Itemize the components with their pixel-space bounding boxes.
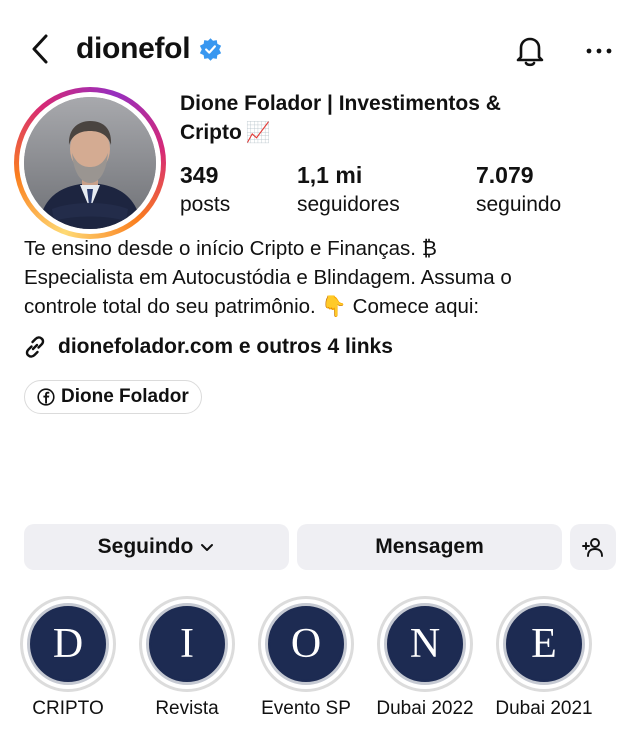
chart-increasing-emoji: 📈 — [245, 120, 271, 144]
more-horizontal-icon — [586, 48, 612, 54]
profile-avatar-story-ring[interactable] — [14, 87, 166, 239]
highlight-letter: O — [290, 621, 322, 667]
profile-header: dionefol — [0, 0, 640, 96]
highlight-letter: D — [52, 621, 84, 667]
highlight-cover: E — [503, 603, 585, 685]
facebook-chip-label: Dione Folador — [61, 386, 189, 407]
following-count-label: seguindo — [476, 193, 562, 216]
message-button-label: Mensagem — [375, 535, 484, 558]
external-links[interactable]: dionefolador.com e outros 4 links — [22, 332, 393, 362]
facebook-profile-chip[interactable]: Dione Folador — [24, 380, 202, 414]
story-highlight[interactable]: N Dubai 2022 — [376, 596, 474, 720]
link-icon — [25, 336, 45, 358]
highlight-label: CRIPTO — [32, 698, 104, 719]
facebook-icon — [37, 388, 55, 406]
following-button-label: Seguindo — [97, 535, 194, 558]
bio-line: controle total do seu patrimônio. 👇 Come… — [24, 295, 480, 318]
followers-count-value: 1,1 mi — [297, 162, 363, 188]
bio-line: Te ensino desde o início Cripto e Finanç… — [24, 237, 437, 260]
link-text: dionefolador.com e outros 4 links — [58, 335, 393, 358]
story-highlight[interactable]: O Evento SP — [258, 596, 354, 720]
highlight-label: Evento SP — [261, 698, 351, 719]
more-options-button[interactable] — [584, 36, 614, 66]
story-highlight[interactable]: E Dubai 2021 — [495, 596, 593, 720]
avatar — [24, 97, 156, 229]
highlight-label: Dubai 2021 — [495, 698, 593, 719]
highlight-cover: D — [27, 603, 109, 685]
story-highlight[interactable]: I Revista — [139, 596, 235, 720]
highlight-cover: I — [146, 603, 228, 685]
following-count[interactable]: 7.079 seguindo — [476, 160, 561, 220]
highlight-letter: I — [180, 621, 194, 667]
profile-bio: Te ensino desde o início Cripto e Finanç… — [24, 234, 624, 321]
following-count-value: 7.079 — [476, 162, 534, 188]
highlight-letter: E — [531, 621, 557, 667]
chevron-left-icon — [32, 34, 48, 64]
bio-line: Especialista em Autocustódia e Blindagem… — [24, 266, 512, 289]
highlight-cover: N — [384, 603, 466, 685]
username: dionefol — [76, 32, 191, 65]
notifications-button[interactable] — [510, 30, 550, 70]
highlight-label: Dubai 2022 — [376, 698, 474, 719]
message-button[interactable]: Mensagem — [297, 524, 562, 570]
display-name-line-2: Cripto — [180, 121, 242, 144]
followers-count[interactable]: 1,1 mi seguidores — [297, 160, 400, 220]
suggested-users-button[interactable] — [570, 524, 616, 570]
chevron-down-icon — [201, 544, 214, 551]
username-title: dionefol — [76, 28, 223, 70]
display-name-line-1: Dione Folador | Investimentos & — [180, 92, 501, 115]
highlight-cover: O — [265, 603, 347, 685]
verified-badge-icon — [200, 37, 222, 61]
story-highlight[interactable]: D CRIPTO — [20, 596, 116, 720]
posts-count[interactable]: 349 posts — [180, 160, 230, 220]
highlight-letter: N — [409, 621, 441, 667]
profile-photo — [24, 97, 156, 229]
posts-count-label: posts — [180, 193, 231, 216]
followers-count-label: seguidores — [297, 193, 400, 216]
highlight-label: Revista — [155, 698, 219, 719]
following-button[interactable]: Seguindo — [24, 524, 289, 570]
bell-icon — [516, 37, 544, 67]
back-button[interactable] — [26, 30, 58, 68]
add-user-icon — [582, 538, 603, 557]
posts-count-value: 349 — [180, 162, 219, 188]
display-name: Dione Folador | Investimentos & Cripto 📈 — [180, 90, 600, 147]
